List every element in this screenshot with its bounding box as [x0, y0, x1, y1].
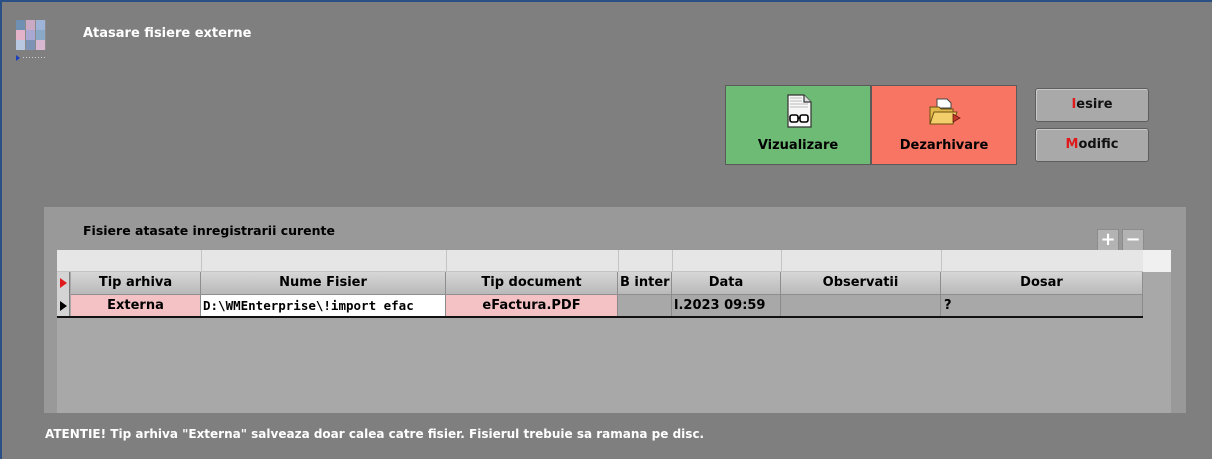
- document-glasses-icon: [787, 94, 812, 128]
- column-header-tip-arhiva[interactable]: Tip arhiva: [71, 272, 201, 295]
- attachments-panel: Fisiere atasate inregistrarii curente + …: [44, 207, 1186, 413]
- cell-b-inter[interactable]: [618, 295, 672, 317]
- iesire-button[interactable]: Iesire: [1035, 88, 1149, 122]
- column-header-tip-document[interactable]: Tip document: [446, 272, 618, 295]
- minus-icon[interactable]: −: [1122, 229, 1144, 251]
- attachments-grid: Tip arhiva Nume Fisier Tip document B in…: [57, 250, 1171, 413]
- cell-tip-document[interactable]: eFactura.PDF: [446, 295, 618, 317]
- dezarhivare-label: Dezarhivare: [899, 138, 989, 153]
- dots-icon: [16, 55, 45, 61]
- column-header-observatii[interactable]: Observatii: [781, 272, 941, 295]
- cell-nume-fisier[interactable]: D:\WMEnterprise\!import efac: [201, 295, 446, 317]
- column-header-data[interactable]: Data: [672, 272, 781, 295]
- window-title: Atasare fisiere externe: [83, 26, 252, 41]
- footer-note: ATENTIE! Tip arhiva "Externa" salveaza d…: [45, 427, 705, 441]
- dialog-window: Atasare fisiere externe Vizualizare Deza…: [0, 0, 1212, 459]
- cell-observatii[interactable]: [781, 295, 941, 317]
- dezarhivare-button[interactable]: Dezarhivare: [871, 85, 1017, 165]
- modific-hotkey: M: [1065, 137, 1079, 152]
- plus-icon[interactable]: +: [1097, 229, 1119, 251]
- row-separator: [57, 316, 1143, 318]
- cell-dosar[interactable]: ?: [941, 295, 1143, 317]
- app-logo-icon: [16, 20, 48, 52]
- folder-extract-icon: [929, 98, 961, 125]
- vizualizare-label: Vizualizare: [757, 138, 839, 153]
- grid-filter-row: [57, 250, 1171, 272]
- modific-label: odific: [1078, 137, 1119, 152]
- column-header-dosar[interactable]: Dosar: [941, 272, 1143, 295]
- header-row-indicator: [57, 272, 70, 295]
- cell-tip-arhiva[interactable]: Externa: [71, 295, 201, 317]
- panel-title: Fisiere atasate inregistrarii curente: [83, 223, 336, 238]
- cell-data[interactable]: l.2023 09:59: [672, 295, 781, 317]
- modific-button[interactable]: Modific: [1035, 128, 1149, 162]
- iesire-label: esire: [1076, 97, 1113, 112]
- column-header-nume-fisier[interactable]: Nume Fisier: [201, 272, 446, 295]
- vizualizare-button[interactable]: Vizualizare: [725, 85, 871, 165]
- row-indicator[interactable]: [57, 295, 70, 317]
- column-header-b-inter[interactable]: B inter: [618, 272, 672, 295]
